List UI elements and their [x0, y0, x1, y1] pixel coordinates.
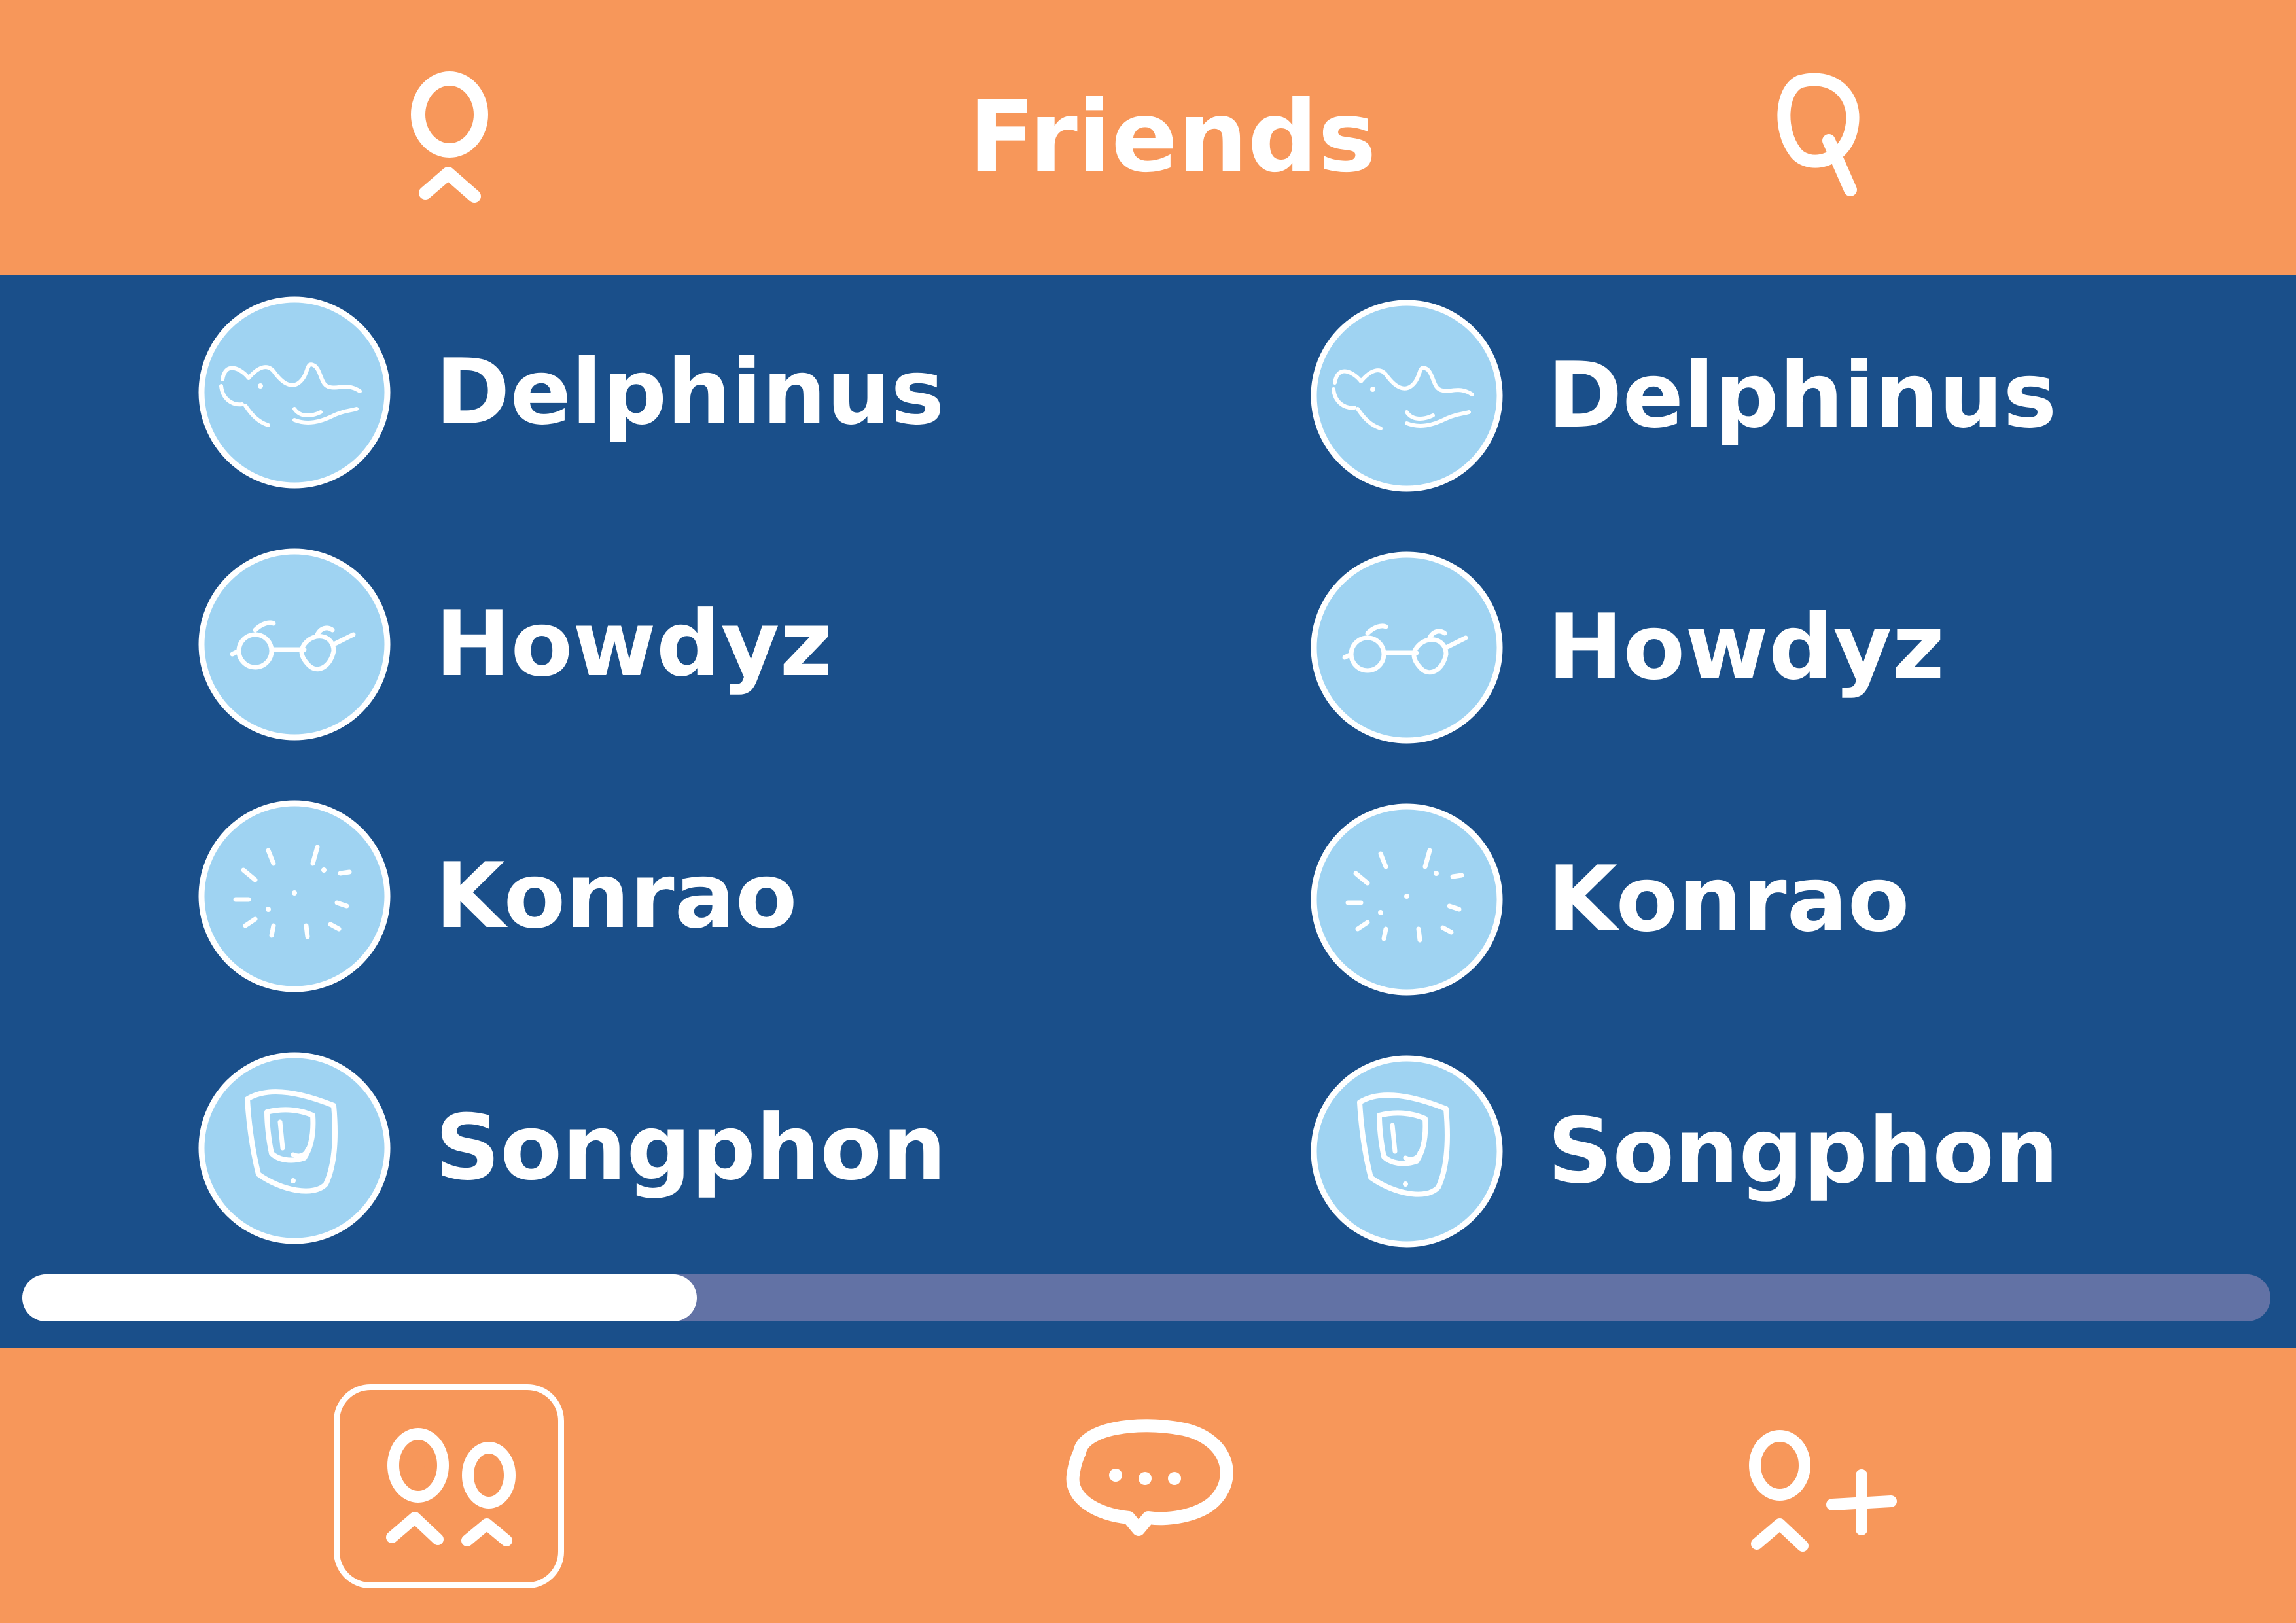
friends-icon — [386, 1428, 516, 1546]
friend-item[interactable]: Songphon — [1309, 1053, 2290, 1249]
friend-name: Songphon — [1547, 1098, 2059, 1204]
friend-item[interactable]: Delphinus — [1309, 298, 2290, 494]
friend-name: Delphinus — [435, 340, 945, 445]
top-bar: Friends — [0, 0, 2296, 275]
friend-item[interactable]: Howdyz — [1309, 550, 2290, 746]
glasses-icon — [1309, 550, 1505, 746]
friend-item[interactable]: Delphinus — [196, 294, 1178, 491]
add-friend-icon[interactable] — [1727, 1420, 1911, 1596]
sparkle-icon — [196, 798, 393, 994]
friend-item[interactable]: Konrao — [196, 798, 1178, 994]
glasses-icon — [196, 546, 393, 742]
tab-friends[interactable] — [334, 1384, 564, 1588]
portrait-icon — [196, 1050, 393, 1246]
friends-list[interactable]: Delphinus Howdyz Konrao Songphon Delphin… — [0, 275, 2296, 1348]
horizontal-scrollbar[interactable] — [22, 1274, 2270, 1321]
friend-name: Delphinus — [1547, 343, 2057, 448]
friend-name: Howdyz — [1547, 595, 1945, 700]
friend-name: Konrao — [1547, 846, 1910, 952]
friend-item[interactable]: Songphon — [196, 1050, 1178, 1246]
dolphin-icon — [1309, 298, 1505, 494]
page-title: Friends — [968, 80, 1377, 194]
sparkle-icon — [1309, 801, 1505, 998]
friend-name: Konrao — [435, 843, 798, 949]
search-icon[interactable] — [1754, 65, 1871, 209]
friend-item[interactable]: Konrao — [1309, 801, 2290, 998]
profile-icon[interactable] — [393, 62, 510, 213]
chat-icon[interactable] — [1057, 1413, 1240, 1583]
friend-name: Howdyz — [435, 591, 832, 697]
portrait-icon — [1309, 1053, 1505, 1249]
dolphin-icon — [196, 294, 393, 491]
friend-name: Songphon — [435, 1095, 947, 1200]
bottom-nav — [0, 1348, 2296, 1623]
scrollbar-thumb[interactable] — [22, 1274, 697, 1321]
friend-item[interactable]: Howdyz — [196, 546, 1178, 742]
